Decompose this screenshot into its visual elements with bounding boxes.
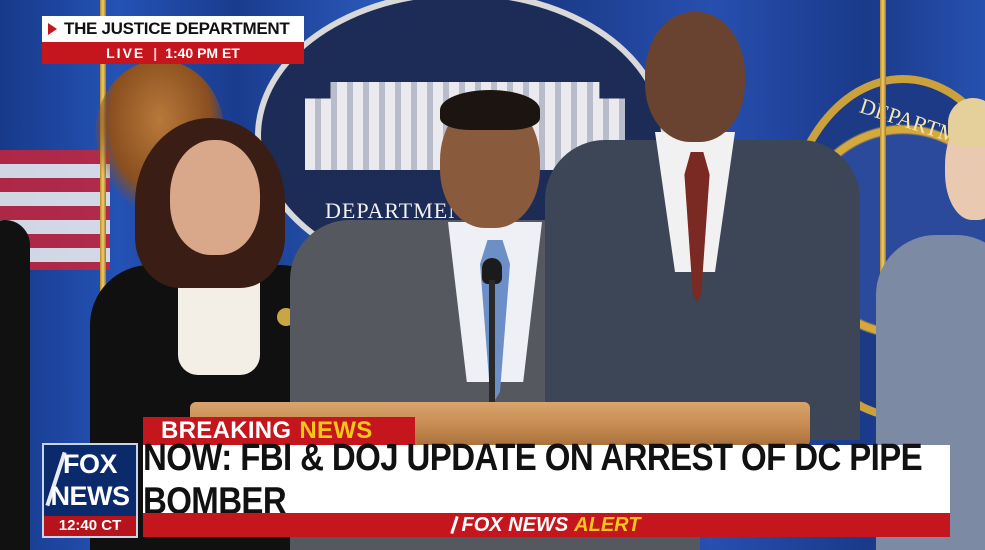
alert-slash-icon: [449, 515, 459, 535]
hair: [440, 90, 540, 130]
microphone-stand: [489, 280, 495, 405]
live-bar: LIVE | 1:40 PM ET: [42, 42, 304, 64]
face: [170, 140, 260, 255]
program-title-bar: THE JUSTICE DEPARTMENT: [42, 16, 304, 42]
logo-time: 12:40 CT: [44, 516, 136, 536]
alert-bar: FOX NEWS ALERT: [143, 513, 950, 537]
hair: [948, 98, 985, 148]
live-label: LIVE: [106, 45, 146, 61]
separator: |: [153, 45, 158, 61]
headline-text: NOW: FBI & DOJ UPDATE ON ARREST OF DC PI…: [143, 435, 923, 522]
alert-word: ALERT: [574, 513, 641, 536]
logo-fox-text: FOX: [62, 449, 118, 479]
program-title: THE JUSTICE DEPARTMENT: [64, 19, 290, 38]
fox-news-logo: FOX NEWS 12:40 CT: [42, 443, 138, 538]
headline-bar: NOW: FBI & DOJ UPDATE ON ARREST OF DC PI…: [143, 435, 950, 522]
program-bug: THE JUSTICE DEPARTMENT LIVE | 1:40 PM ET: [42, 16, 304, 64]
play-triangle-icon: [48, 23, 57, 35]
face: [645, 12, 745, 142]
live-time: 1:40 PM ET: [165, 45, 240, 61]
person-edge-left: [0, 220, 30, 550]
logo-news-text: NEWS: [50, 481, 131, 511]
alert-brand: FOX NEWS: [461, 513, 569, 536]
